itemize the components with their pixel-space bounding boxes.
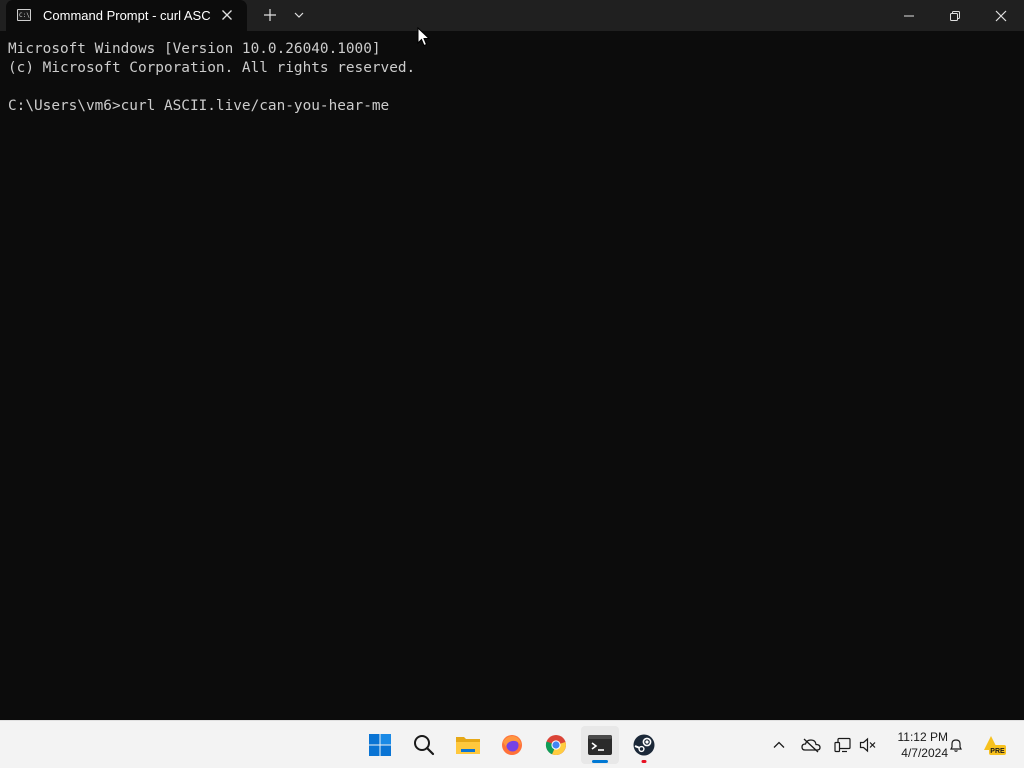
close-icon — [995, 10, 1007, 21]
tab-dropdown-button[interactable] — [290, 6, 308, 24]
pre-badge-text: PRE — [990, 748, 1005, 755]
network-icon — [834, 737, 851, 753]
notifications-button[interactable] — [944, 733, 968, 757]
terminal-line: C:\Users\vm6>curl ASCII.live/can-you-hea… — [8, 98, 390, 114]
dev-channel-button[interactable]: PRE — [980, 733, 1006, 757]
close-window-button[interactable] — [978, 0, 1024, 31]
search-button[interactable] — [405, 726, 443, 764]
terminal-line: (c) Microsoft Corporation. All rights re… — [8, 60, 416, 76]
terminal-output[interactable]: Microsoft Windows [Version 10.0.26040.10… — [0, 31, 1024, 720]
terminal-line: Microsoft Windows [Version 10.0.26040.10… — [8, 41, 381, 57]
windows-logo-icon — [369, 734, 391, 756]
command-prompt-icon: C:\ — [17, 9, 31, 21]
chrome-icon — [545, 735, 566, 756]
plus-icon — [264, 9, 276, 21]
steam-icon — [633, 734, 655, 756]
clock[interactable]: 11:12 PM 4/7/2024 — [884, 729, 948, 761]
new-tab-button[interactable] — [259, 5, 281, 25]
minimize-icon — [904, 15, 914, 16]
close-icon — [222, 10, 232, 20]
chrome-button[interactable] — [537, 726, 575, 764]
minimize-button[interactable] — [886, 0, 932, 31]
firefox-icon — [502, 735, 522, 755]
volume-button[interactable] — [856, 733, 880, 757]
clock-date: 4/7/2024 — [901, 746, 948, 760]
network-button[interactable] — [831, 733, 855, 757]
notification-bell-icon — [950, 739, 962, 752]
chevron-down-icon — [294, 12, 304, 18]
restore-icon — [950, 10, 960, 21]
close-tab-button[interactable] — [218, 6, 236, 24]
chevron-up-icon — [773, 741, 785, 748]
clock-time: 11:12 PM — [897, 730, 948, 744]
onedrive-button[interactable] — [799, 733, 823, 757]
maximize-button[interactable] — [932, 0, 978, 31]
tab-title: Command Prompt - curl ASC — [43, 8, 211, 23]
active-indicator — [592, 760, 608, 763]
start-button[interactable] — [361, 726, 399, 764]
mouse-pointer-icon — [417, 27, 431, 47]
taskbar: 11:12 PM 4/7/2024 PRE — [0, 720, 1024, 768]
title-bar[interactable]: C:\ Command Prompt - curl ASC — [0, 0, 1024, 31]
terminal-button[interactable] — [581, 726, 619, 764]
running-indicator — [641, 760, 647, 763]
tab-command-prompt[interactable]: C:\ Command Prompt - curl ASC — [6, 0, 247, 31]
file-explorer-button[interactable] — [449, 726, 487, 764]
firefox-button[interactable] — [493, 726, 531, 764]
onedrive-offline-icon — [801, 738, 821, 753]
terminal-icon — [588, 735, 612, 755]
search-icon — [414, 735, 435, 756]
steam-button[interactable] — [625, 726, 663, 764]
volume-muted-icon — [859, 737, 876, 753]
show-hidden-icons-button[interactable] — [767, 733, 791, 757]
pre-badge-icon: PRE — [984, 736, 1006, 755]
folder-icon — [456, 737, 480, 754]
